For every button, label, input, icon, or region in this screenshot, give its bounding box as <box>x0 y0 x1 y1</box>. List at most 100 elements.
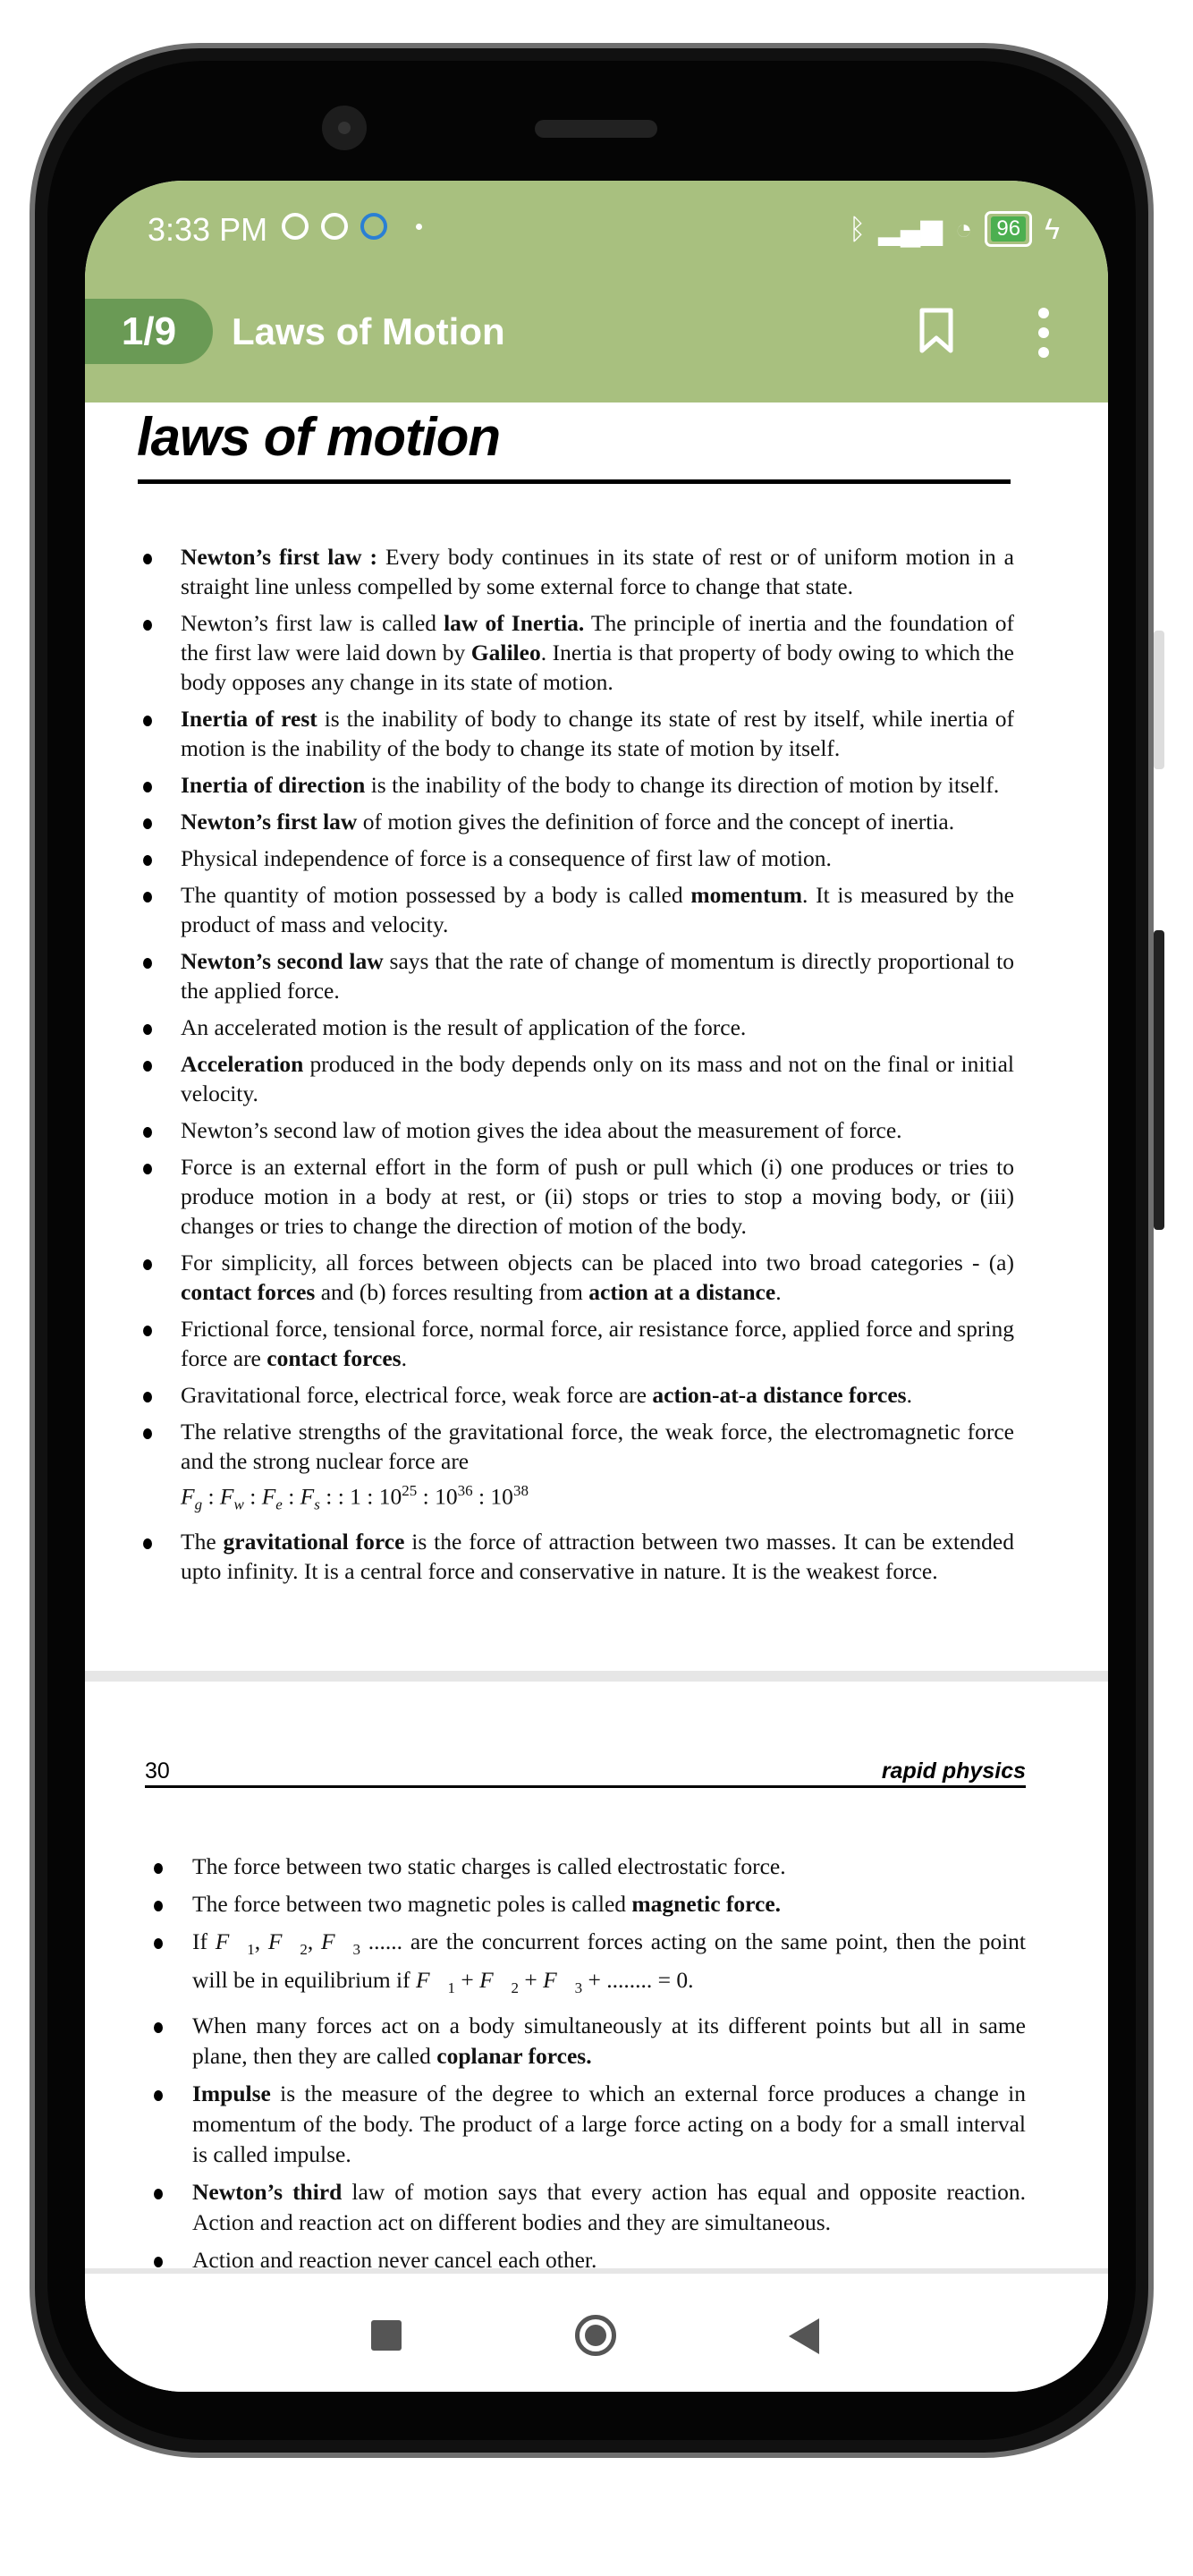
list-item: The quantity of motion possessed by a bo… <box>143 880 1014 939</box>
text-run: g <box>194 1496 203 1513</box>
list-item: An accelerated motion is the result of a… <box>143 1013 1014 1042</box>
text-run: If <box>192 1928 216 1954</box>
volume-button <box>1154 631 1164 769</box>
bold-term: action at a distance <box>588 1279 776 1305</box>
list-item: Inertia of direction is the inability of… <box>143 770 1014 800</box>
list-item: Gravitational force, electrical force, w… <box>143 1380 1014 1410</box>
text-run: 1 <box>447 1979 455 1997</box>
wifi-icon: ◔ <box>955 212 973 245</box>
list-item: Force is an external effort in the form … <box>143 1152 1014 1241</box>
text-run: produced in the body depends only on its… <box>181 1051 1014 1106</box>
list-item: Newton’s first law is called law of Iner… <box>143 608 1014 697</box>
text-run: is the measure of the degree to which an… <box>192 2080 1026 2168</box>
text-run: and (b) forces resulting from <box>315 1279 589 1305</box>
battery-level: 96 <box>991 216 1027 242</box>
list-item: Physical independence of force is a cons… <box>143 843 1014 873</box>
bold-term: momentum <box>690 882 802 908</box>
text-run: + ........ = 0. <box>582 1967 694 1994</box>
list-item: When many forces act on a body simultane… <box>154 2011 1026 2072</box>
text-run: The <box>181 1528 224 1555</box>
earpiece-speaker <box>535 120 657 138</box>
front-camera <box>322 106 367 150</box>
list-item: Frictional force, tensional force, norma… <box>143 1314 1014 1373</box>
text-run: 1 <box>247 1941 255 1959</box>
navigation-bar <box>85 2268 1108 2392</box>
text-run: of motion gives the definition of force … <box>357 809 955 835</box>
signal-icon: ▂▄▆ <box>878 213 943 245</box>
power-button <box>1154 930 1164 1230</box>
status-time: 3:33 PM <box>148 211 268 248</box>
list-item: For simplicity, all forces between objec… <box>143 1248 1014 1307</box>
text-run: : 10 <box>417 1483 458 1510</box>
text-run: F⃗ <box>543 1967 575 1994</box>
text-run: is the inability of the body to change i… <box>365 772 1000 798</box>
list-item: Impulse is the measure of the degree to … <box>154 2079 1026 2170</box>
bold-term: law of Inertia. <box>444 610 585 636</box>
page-number: 30 <box>145 1758 170 1784</box>
text-run: 2 <box>300 1941 308 1959</box>
list-item: Acceleration produced in the body depend… <box>143 1049 1014 1108</box>
bold-term: Inertia of direction <box>181 772 366 798</box>
header-rule <box>145 1785 1026 1788</box>
compass-icon <box>360 213 387 240</box>
text-run: F <box>261 1483 276 1510</box>
list-item: Newton’s second law says that the rate o… <box>143 946 1014 1005</box>
text-run: w <box>233 1496 244 1513</box>
text-run: + <box>454 1967 480 1994</box>
text-run: : : 1 : 10 <box>319 1483 402 1510</box>
text-run: Newton’s first law is called <box>181 610 444 636</box>
back-triangle-icon[interactable] <box>789 2318 819 2354</box>
bold-term: Newton’s first law <box>181 809 358 835</box>
text-run: Physical independence of force is a cons… <box>181 845 832 871</box>
bullet-list: Newton’s first law : Every body continue… <box>143 542 1014 1593</box>
text-run: Force is an external effort in the form … <box>181 1154 1014 1239</box>
text-run: . <box>401 1345 407 1371</box>
text-run: , <box>254 1928 268 1954</box>
home-circle-icon[interactable] <box>575 2315 616 2356</box>
text-run: F <box>181 1483 195 1510</box>
page-heading: laws of motion <box>137 407 501 467</box>
app-bar: 3:33 PM ᛒ ▂▄▆ ◔ 96 ϟ 1/9 Laws of Motion <box>85 181 1108 402</box>
bold-term: Inertia of rest <box>181 706 317 732</box>
list-item: Newton’s third law of motion says that e… <box>154 2177 1026 2238</box>
page-indicator: 1/9 <box>85 299 213 364</box>
app-title: Laws of Motion <box>232 310 505 352</box>
text-run: F⃗ <box>479 1967 512 1994</box>
text-run: 3 <box>352 1941 360 1959</box>
document-page-2: 30 rapid physics The force between two s… <box>85 1682 1108 2268</box>
list-item: Action and reaction never cancel each ot… <box>154 2245 1026 2268</box>
text-run: Action and reaction never cancel each ot… <box>192 2247 597 2268</box>
notification-icon <box>321 213 348 240</box>
page-separator <box>85 1671 1108 1682</box>
text-run: . <box>775 1279 782 1305</box>
text-run: . <box>906 1382 912 1408</box>
list-item: The force between two static charges is … <box>154 1852 1026 1882</box>
bold-term: contact forces <box>181 1279 316 1305</box>
text-run: F⃗ <box>416 1967 448 1994</box>
text-run: The relative strengths of the gravitatio… <box>181 1419 1014 1474</box>
system-icons: ᛒ ▂▄▆ ◔ 96 ϟ <box>849 211 1060 247</box>
bookmark-icon[interactable] <box>918 308 954 354</box>
bold-term: Newton’s second law <box>181 948 384 974</box>
text-run: e <box>275 1496 283 1513</box>
text-run: : <box>243 1483 262 1510</box>
bluetooth-icon: ᛒ <box>848 212 867 245</box>
list-item: The force between two magnetic poles is … <box>154 1889 1026 1919</box>
bold-term: Acceleration <box>181 1051 304 1077</box>
text-run: : <box>282 1483 300 1510</box>
text-run: : <box>202 1483 220 1510</box>
text-run: 3 <box>574 1979 583 1997</box>
more-vert-icon[interactable] <box>1033 306 1054 360</box>
text-run: 38 <box>512 1482 529 1499</box>
bold-term: coplanar forces. <box>436 2043 592 2070</box>
text-run: An accelerated motion is the result of a… <box>181 1014 747 1040</box>
screen: 3:33 PM ᛒ ▂▄▆ ◔ 96 ϟ 1/9 Laws of Motion … <box>85 181 1108 2392</box>
list-item: If F⃗1, F⃗2, F⃗3 ...... are the concurre… <box>154 1927 1026 2004</box>
bold-term: Newton’s first law : <box>181 544 385 570</box>
recents-square-icon[interactable] <box>371 2320 402 2351</box>
text-run: F <box>300 1483 315 1510</box>
bold-term: Impulse <box>192 2080 271 2107</box>
list-item: The relative strengths of the gravitatio… <box>143 1417 1014 1520</box>
text-run: 25 <box>402 1482 418 1499</box>
text-run: + <box>519 1967 544 1994</box>
